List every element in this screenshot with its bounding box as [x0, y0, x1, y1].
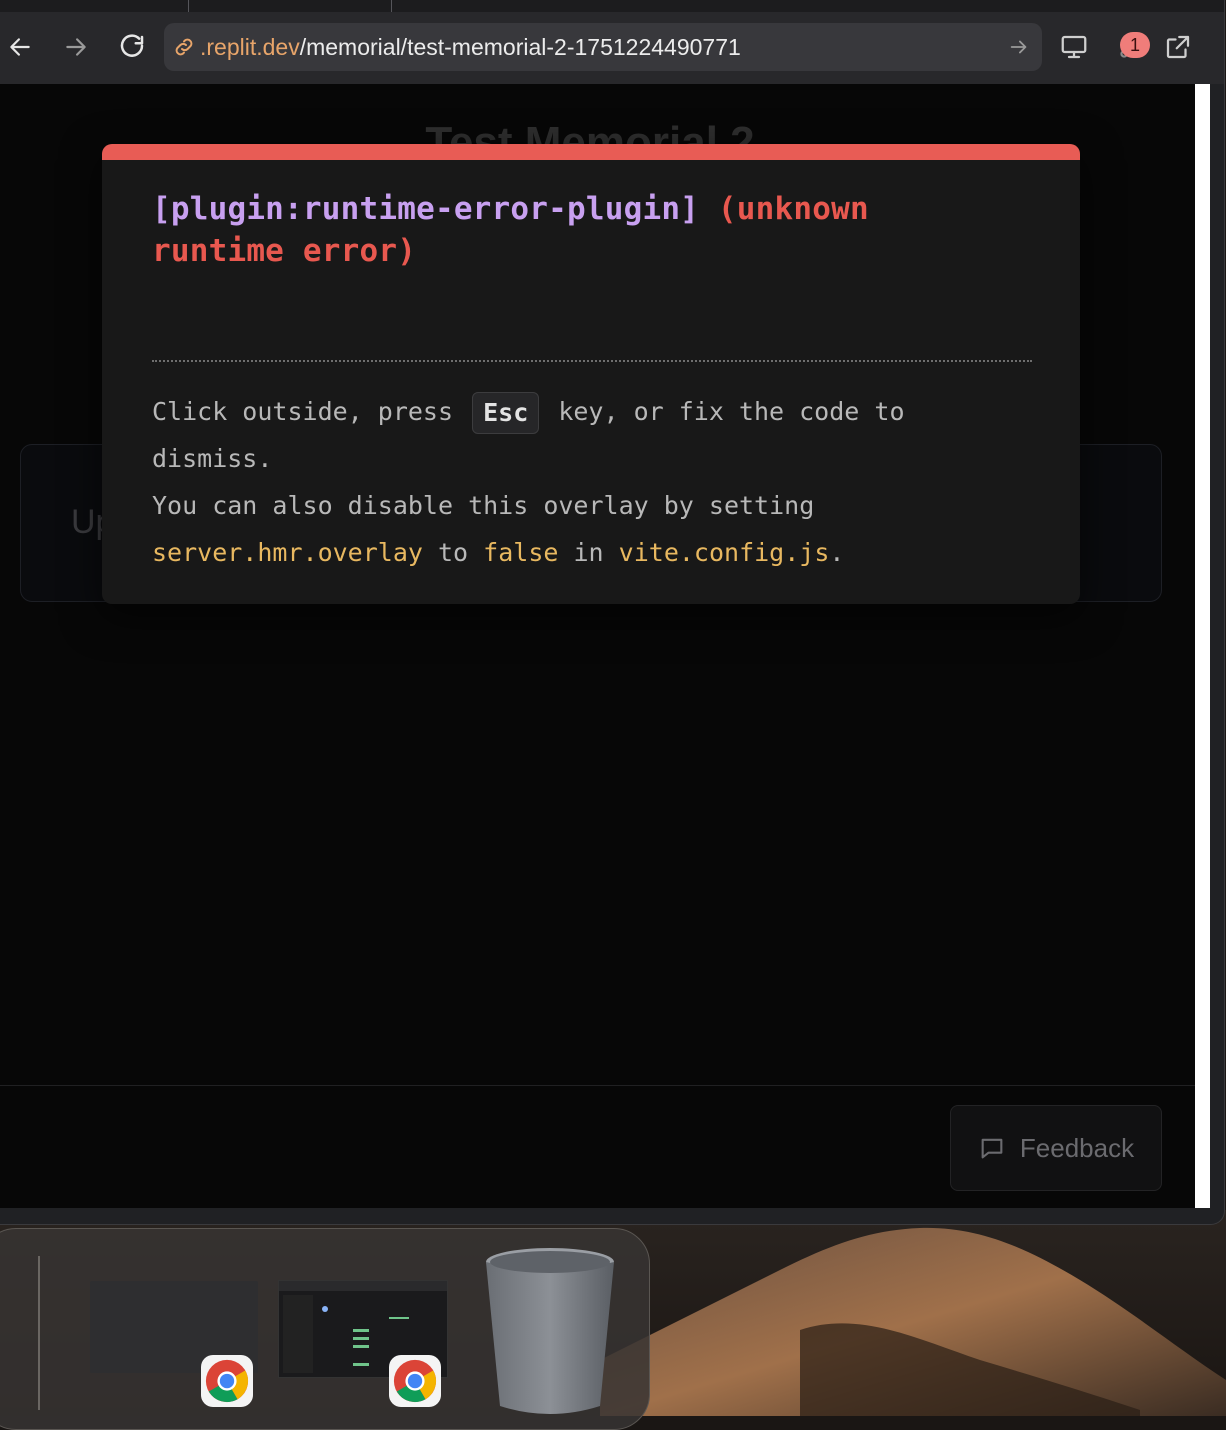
chrome-app-icon[interactable]	[389, 1355, 441, 1407]
arrow-right-icon	[66, 38, 86, 56]
browser-window: .replit.dev/memorial/test-memorial-2-175…	[0, 0, 1225, 1225]
footer-divider	[0, 1085, 1195, 1086]
tip-text: Click outside, press	[152, 397, 454, 426]
dock-separator	[38, 1256, 40, 1410]
browser-toolbar: .replit.dev/memorial/test-memorial-2-175…	[0, 12, 1224, 84]
external-link-icon	[1166, 35, 1190, 59]
reload-button[interactable]	[114, 29, 150, 65]
devices-button[interactable]	[1057, 30, 1091, 64]
error-message: [plugin:runtime-error-plugin] (unknown r…	[152, 188, 972, 272]
reload-icon	[120, 34, 144, 57]
url-path: /memorial/test-memorial-2-1751224490771	[299, 34, 741, 60]
feedback-button[interactable]: Feedback	[950, 1105, 1162, 1191]
mountain-image	[600, 1227, 1226, 1416]
back-button[interactable]	[2, 29, 38, 65]
trash-icon[interactable]	[484, 1246, 616, 1416]
tip-text: to	[438, 538, 469, 567]
plugin-name: [plugin:runtime-error-plugin]	[152, 191, 700, 227]
open-external-button[interactable]	[1161, 30, 1195, 64]
error-overlay[interactable]: [plugin:runtime-error-plugin] (unknown r…	[102, 144, 1080, 604]
esc-key: Esc	[472, 392, 540, 434]
code-setting: server.hmr.overlay	[152, 538, 423, 567]
url-domain: .replit.dev	[200, 34, 300, 60]
overlay-accent-bar	[102, 144, 1080, 160]
address-bar[interactable]: .replit.dev/memorial/test-memorial-2-175…	[164, 23, 1042, 71]
go-arrow-icon[interactable]	[1008, 36, 1030, 58]
code-file: vite.config.js	[618, 538, 830, 567]
url-text: .replit.dev/memorial/test-memorial-2-175…	[200, 35, 741, 59]
forward-button[interactable]	[58, 29, 94, 65]
chrome-icon	[205, 1359, 249, 1403]
link-icon	[175, 38, 193, 56]
tab-separator	[391, 0, 392, 12]
feedback-label: Feedback	[1019, 1132, 1135, 1163]
message-icon	[981, 1138, 1003, 1159]
monitor-icon	[1061, 35, 1087, 59]
chrome-icon	[393, 1359, 437, 1403]
overlay-divider	[152, 360, 1032, 362]
tip-text: in	[573, 538, 604, 567]
scrollbar[interactable]	[1195, 84, 1210, 1208]
code-false: false	[483, 538, 559, 567]
chrome-app-icon[interactable]	[201, 1355, 253, 1407]
tab-separator	[188, 0, 189, 12]
overlay-tip: Click outside, press Esc key, or fix the…	[152, 388, 1012, 576]
tip-text: .	[829, 538, 845, 567]
arrow-left-icon	[10, 38, 30, 56]
tip-text: You can also disable this overlay by set…	[152, 491, 815, 520]
notification-badge: 1	[1120, 32, 1150, 58]
